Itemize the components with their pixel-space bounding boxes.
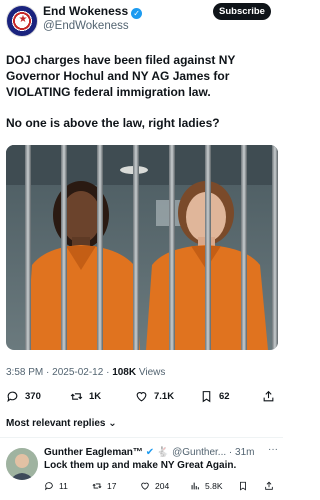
reply-author-name[interactable]: Gunther Eagleman™ xyxy=(44,447,143,458)
tweet-meta: 3:58 PM · 2025-02-12 · 108K Views xyxy=(6,367,166,378)
reply-text: Lock them up and make NY Great Again. xyxy=(44,460,237,471)
reply-badges: ✔ 🐇 xyxy=(145,447,170,458)
more-options-icon[interactable]: ··· xyxy=(268,444,278,455)
replies-sort-dropdown[interactable]: Most relevant replies ⌄ xyxy=(6,418,117,429)
reply-icon xyxy=(7,391,18,402)
reply-actions: 11 17 204 5.8K xyxy=(0,479,283,495)
analytics-icon xyxy=(191,482,199,490)
reply-share-button[interactable] xyxy=(264,479,279,493)
tweet-paragraph: DOJ charges have been filed against NY G… xyxy=(6,53,236,99)
author-handle[interactable]: @EndWokeness xyxy=(43,20,129,32)
share-button[interactable] xyxy=(262,387,281,405)
reply-avatar[interactable] xyxy=(6,448,38,480)
tweet-time[interactable]: 3:58 PM xyxy=(6,367,43,378)
bookmark-icon xyxy=(240,481,246,491)
like-button[interactable]: 7.1K xyxy=(135,387,174,405)
reply-views-button[interactable]: 5.8K xyxy=(190,479,223,493)
subscribe-button[interactable]: Subscribe xyxy=(213,3,271,20)
tweet-body: DOJ charges have been filed against NY G… xyxy=(6,52,278,146)
heart-icon xyxy=(141,482,149,490)
verified-badge-icon: ✓ xyxy=(131,8,143,19)
tweet-paragraph: No one is above the law, right ladies? xyxy=(6,116,220,130)
reply-like-button[interactable]: 204 xyxy=(140,479,169,493)
author-avatar[interactable]: ★ xyxy=(6,5,38,37)
tweet-date[interactable]: 2025-02-12 xyxy=(52,367,103,378)
chevron-down-icon: ⌄ xyxy=(108,418,117,429)
share-icon xyxy=(263,390,274,401)
reply-header: Gunther Eagleman™ ✔ 🐇 @Gunther... · 31m xyxy=(44,447,255,458)
reply-button[interactable]: 370 xyxy=(6,387,41,405)
heart-icon xyxy=(136,391,147,401)
views-count: 108K xyxy=(112,367,137,378)
share-icon xyxy=(265,481,273,490)
bookmark-icon xyxy=(202,390,211,402)
star-icon: ★ xyxy=(18,14,28,25)
repost-icon xyxy=(92,483,102,489)
tweet-actions: 370 1K 7.1K 62 xyxy=(0,387,283,407)
bookmark-button[interactable]: 62 xyxy=(200,387,230,405)
author-name[interactable]: End Wokeness ✓ xyxy=(43,4,143,19)
reply-time[interactable]: 31m xyxy=(235,447,254,458)
reply-bookmark-button[interactable] xyxy=(238,479,253,493)
tweet-header: ★ End Wokeness ✓ @EndWokeness Subscribe xyxy=(0,0,283,44)
reply-repost-button[interactable]: 17 xyxy=(92,479,116,493)
repost-icon xyxy=(70,392,83,400)
views-label: Views xyxy=(138,367,166,378)
repost-button[interactable]: 1K xyxy=(70,387,101,405)
reply-icon xyxy=(45,482,53,491)
divider xyxy=(0,437,283,438)
reply-reply-button[interactable]: 11 xyxy=(44,479,68,493)
reply-handle[interactable]: @Gunther... xyxy=(172,447,226,458)
tweet-image[interactable] xyxy=(6,145,278,350)
